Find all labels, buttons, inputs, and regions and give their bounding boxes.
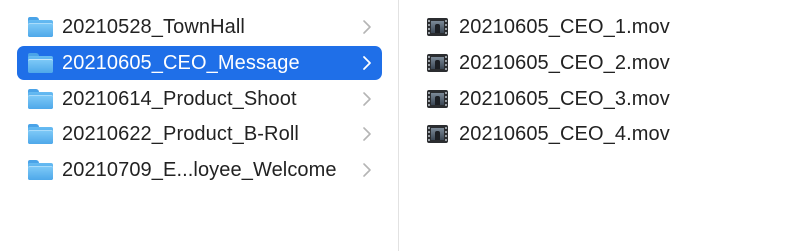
folder-icon	[28, 53, 53, 73]
folder-label: 20210605_CEO_Message	[62, 51, 300, 74]
file-row-ceo-1[interactable]: 20210605_CEO_1.mov	[425, 10, 785, 44]
folder-row-townhall[interactable]: 20210528_TownHall	[17, 10, 382, 44]
files-column[interactable]: 20210605_CEO_1.mov 20210605_CEO_2.mov 20…	[400, 0, 800, 251]
chevron-right-icon	[362, 126, 372, 142]
movie-file-icon	[427, 90, 448, 108]
file-row-ceo-4[interactable]: 20210605_CEO_4.mov	[425, 117, 785, 151]
file-row-ceo-3[interactable]: 20210605_CEO_3.mov	[425, 82, 785, 116]
folder-icon	[28, 124, 53, 144]
folder-icon	[28, 160, 53, 180]
folder-row-ceo-message[interactable]: 20210605_CEO_Message	[17, 46, 382, 80]
chevron-right-icon	[362, 91, 372, 107]
file-row-ceo-2[interactable]: 20210605_CEO_2.mov	[425, 46, 785, 80]
movie-file-icon	[427, 54, 448, 72]
file-label: 20210605_CEO_2.mov	[459, 51, 670, 74]
chevron-right-icon	[362, 55, 372, 71]
file-label: 20210605_CEO_4.mov	[459, 122, 670, 145]
folder-row-product-shoot[interactable]: 20210614_Product_Shoot	[17, 82, 382, 116]
chevron-right-icon	[362, 162, 372, 178]
folder-label: 20210528_TownHall	[62, 15, 245, 38]
folder-label: 20210622_Product_B-Roll	[62, 122, 299, 145]
movie-file-icon	[427, 18, 448, 36]
folder-row-product-b-roll[interactable]: 20210622_Product_B-Roll	[17, 117, 382, 151]
folder-row-employee-welcome[interactable]: 20210709_E...loyee_Welcome	[17, 153, 382, 187]
folder-icon	[28, 89, 53, 109]
chevron-right-icon	[362, 19, 372, 35]
file-label: 20210605_CEO_3.mov	[459, 87, 670, 110]
file-label: 20210605_CEO_1.mov	[459, 15, 670, 38]
folder-label: 20210614_Product_Shoot	[62, 87, 297, 110]
folders-column[interactable]: 20210528_TownHall 20210605_CEO_Message 2…	[0, 0, 399, 251]
finder-column-view: 20210528_TownHall 20210605_CEO_Message 2…	[0, 0, 800, 251]
folder-icon	[28, 17, 53, 37]
folder-label: 20210709_E...loyee_Welcome	[62, 158, 337, 181]
movie-file-icon	[427, 125, 448, 143]
